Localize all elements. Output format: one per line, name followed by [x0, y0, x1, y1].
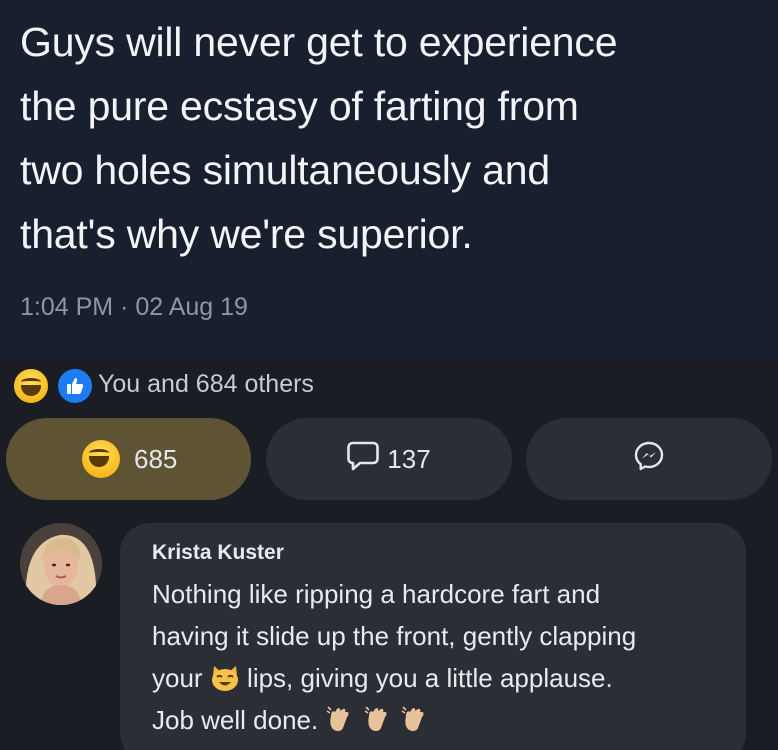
haha-icon — [12, 367, 50, 405]
comment-line: lips, giving you a little applause. — [247, 663, 613, 693]
messenger-share-button[interactable] — [526, 418, 772, 500]
comment-text: Nothing like ripping a hardcore fart and… — [152, 573, 732, 741]
reaction-icons — [10, 364, 94, 405]
react-button[interactable]: 685 — [6, 418, 251, 500]
haha-icon — [82, 440, 120, 478]
tweet-line: the pure ecstasy of farting from — [20, 83, 579, 129]
comment-line: Job well done. — [152, 705, 319, 735]
reaction-summary[interactable]: You and 684 others — [10, 364, 314, 405]
comment-bubble: Krista Kuster Nothing like ripping a har… — [120, 523, 746, 750]
tweet-line: that's why we're superior. — [20, 211, 473, 257]
messenger-icon — [633, 440, 665, 479]
tweet-line: Guys will never get to experience — [20, 19, 618, 65]
comment-count: 137 — [387, 443, 431, 474]
tweet-text: Guys will never get to experience the pu… — [20, 10, 770, 266]
comment-line: your — [152, 663, 203, 693]
screenshot: Guys will never get to experience the pu… — [0, 0, 778, 750]
clapping-hands-icon — [400, 704, 430, 732]
reaction-summary-text: You and 684 others — [98, 369, 314, 398]
comment-line: having it slide up the front, gently cla… — [152, 621, 637, 651]
clapping-hands-icon — [325, 704, 355, 732]
comment-button[interactable]: 137 — [266, 418, 512, 500]
react-count: 685 — [134, 444, 178, 474]
cat-face-icon — [210, 662, 240, 691]
clapping-hands-icon — [363, 704, 393, 732]
tweet-timestamp: 1:04 PM · 02 Aug 19 — [20, 293, 248, 321]
comment-author[interactable]: Krista Kuster — [152, 541, 284, 565]
tweet-card: Guys will never get to experience the pu… — [0, 0, 778, 358]
tweet-line: two holes simultaneously and — [20, 147, 550, 193]
like-icon — [56, 367, 94, 405]
comment-bubble-icon — [347, 441, 380, 478]
avatar[interactable] — [20, 523, 102, 605]
comment-line: Nothing like ripping a hardcore fart and — [152, 579, 601, 609]
